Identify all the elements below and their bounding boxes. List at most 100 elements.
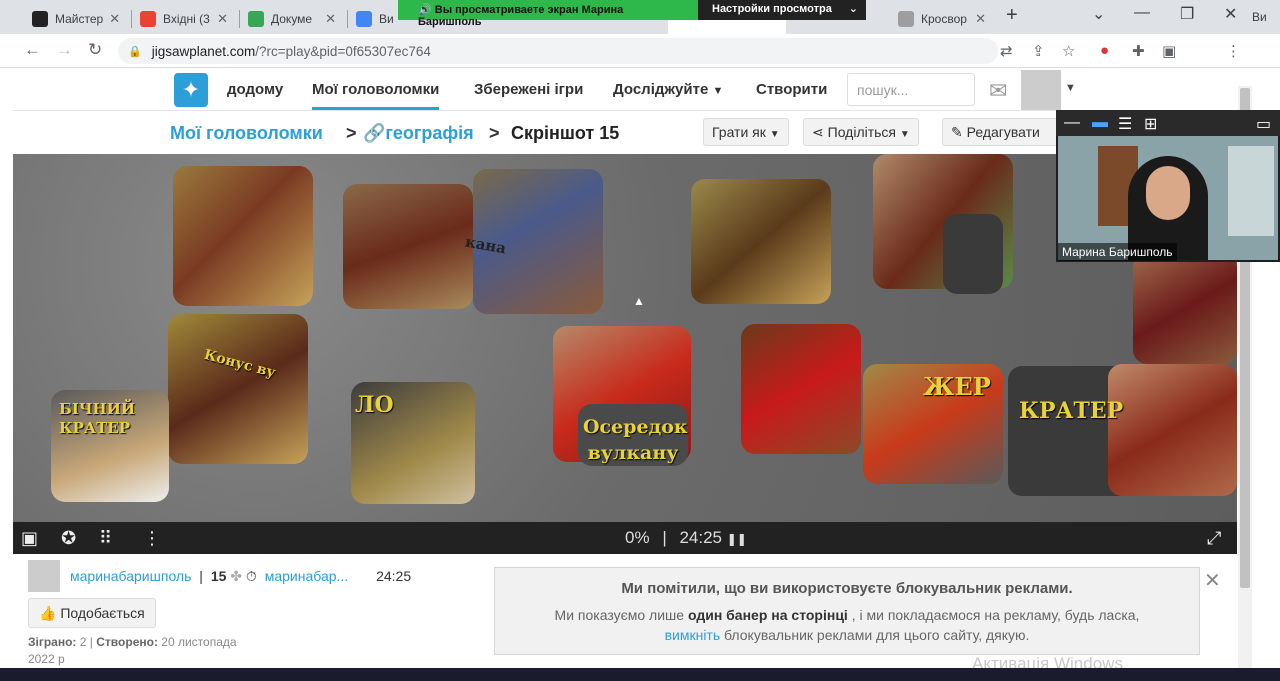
image-icon[interactable]: ▣ (21, 528, 38, 549)
close-icon[interactable]: ✕ (211, 11, 228, 27)
close-window-icon[interactable]: ✕ (1224, 4, 1237, 24)
chevron-down-icon[interactable]: ⌄ (1092, 4, 1105, 24)
puzzle-piece[interactable] (343, 184, 473, 309)
site-nav: ✦ додому Мої головоломки Збережені ігри … (13, 68, 1253, 111)
nav-saved-games[interactable]: Збережені ігри (474, 81, 583, 98)
piece-label: Осередок вулкану (583, 416, 688, 464)
layout-split-icon[interactable]: ☰ (1118, 114, 1132, 134)
breadcrumb-folder[interactable]: 🔗географія (363, 123, 474, 144)
minimize-icon[interactable]: — (1134, 4, 1150, 22)
mouse-cursor-icon: ▲ (633, 294, 645, 308)
gmail-icon (140, 11, 156, 27)
puzzle-meta: Зіграно: 2 | Створено: 20 листопада 2022… (28, 635, 237, 666)
side-panel-icon[interactable]: ▣ (1162, 42, 1176, 60)
share-icon: ⋖ (812, 124, 824, 140)
back-icon[interactable]: ← (24, 40, 41, 60)
extension-badge-icon[interactable]: ● (1100, 42, 1109, 59)
share-icon[interactable]: ⇪ (1032, 42, 1045, 60)
piece-label: ЛО (355, 392, 394, 418)
close-icon[interactable]: ✕ (969, 11, 986, 27)
tab-1[interactable]: Вхідні (3 ✕ (132, 4, 236, 34)
chevron-down-icon: ⌄ (848, 3, 858, 15)
extra-tab[interactable]: Ви (1252, 10, 1267, 24)
adblock-notice: Ми помітили, що ви використовуєте блокув… (494, 567, 1200, 655)
gallery-icon[interactable]: ⊞ (1144, 114, 1157, 134)
close-icon[interactable]: ✕ (319, 11, 336, 27)
expand-icon[interactable]: ▭ (1256, 114, 1271, 134)
star-icon[interactable]: ☆ (1062, 42, 1075, 60)
puzzle-piece[interactable] (168, 314, 308, 464)
best-time: 24:25 (376, 568, 412, 584)
lock-icon: 🔒 (128, 45, 142, 58)
jigsaw-logo-icon[interactable]: ✦ (174, 73, 208, 107)
view-settings-button[interactable]: Настройки просмотра ⌄ (698, 0, 866, 20)
url-field[interactable]: 🔒 jigsawplanet.com/?rc=play&pid=0f65307e… (118, 38, 998, 64)
breadcrumb-separator: > (489, 123, 500, 143)
puzzle-piece[interactable] (741, 324, 861, 454)
caret-down-icon: ▼ (712, 85, 724, 97)
forward-icon[interactable]: → (56, 40, 73, 60)
author-avatar[interactable] (28, 560, 60, 592)
breadcrumb-my-puzzles[interactable]: Мої головоломки (170, 123, 323, 144)
progress-readout: 0% | 24:25 ❚❚ (625, 528, 747, 547)
tab-4[interactable]: Кросвор ✕ (890, 4, 994, 34)
pieces-grid-icon[interactable]: ⠿ (99, 528, 112, 549)
nav-create[interactable]: Створити (756, 81, 827, 98)
thumbs-up-icon: 👍 (39, 605, 57, 621)
minimize-icon[interactable]: — (1064, 114, 1080, 132)
video-call-window[interactable]: — ▬ ☰ ⊞ ▭ Марина Баришполь (1056, 110, 1280, 262)
extensions-icon[interactable]: ✚ (1132, 42, 1145, 60)
menu-dots-icon[interactable]: ⋮ (1226, 42, 1241, 60)
docs-icon (356, 11, 372, 27)
share-button[interactable]: ⋖ Поділіться ▼ (803, 118, 919, 146)
disable-adblock-link[interactable]: вимкніть (665, 627, 721, 643)
puzzle-info: маринабаришполь | 15 ✤ ⏱ маринабар... 24… (13, 554, 1253, 668)
address-bar-row: ← → ↻ 🔒 jigsawplanet.com/?rc=play&pid=0f… (0, 34, 1280, 95)
participant-name: Марина Баришполь (1058, 243, 1177, 261)
puzzle-board[interactable]: БІЧНИЙ КРАТЕР Конус ву ЛО кана Осередок … (13, 154, 1237, 522)
more-dots-icon[interactable]: ⋮ (143, 528, 161, 549)
search-input[interactable]: пошук... (847, 73, 975, 106)
translate-icon[interactable]: ⇄ (1000, 42, 1013, 60)
nav-my-puzzles[interactable]: Мої головоломки (312, 81, 440, 110)
tab-2[interactable]: Докуме ✕ (240, 4, 344, 34)
new-tab-button[interactable]: + (1006, 4, 1018, 27)
puzzle-piece-icon: ✤ (230, 568, 243, 584)
edit-icon: ✎ (951, 124, 963, 140)
link-icon: 🔗 (363, 123, 386, 143)
author-info: маринабаришполь | 15 ✤ ⏱ маринабар... 24… (70, 568, 412, 584)
fullscreen-icon[interactable]: ⤢ (1207, 528, 1221, 549)
nav-home[interactable]: додому (227, 81, 283, 98)
best-player-link[interactable]: маринабар... (265, 568, 348, 584)
stopwatch-icon: ⏱ (245, 568, 257, 584)
author-link[interactable]: маринабаришполь (70, 568, 191, 584)
caret-down-icon[interactable]: ▼ (1065, 82, 1076, 94)
mail-icon[interactable]: ✉ (989, 78, 1007, 104)
caret-down-icon: ▼ (769, 129, 780, 140)
puzzle-piece[interactable] (943, 214, 1003, 294)
speaker-icon: 🔊 (418, 4, 435, 16)
nav-explore[interactable]: Досліджуйте ▼ (613, 81, 723, 98)
participant-video (1058, 136, 1278, 260)
tab-3[interactable]: Ви (348, 4, 400, 34)
puzzle-piece[interactable] (1108, 364, 1237, 496)
edit-button[interactable]: ✎ Редагувати (942, 118, 1062, 146)
ghost-icon[interactable]: ✪ (61, 528, 76, 549)
layout-icon[interactable]: ▬ (1092, 114, 1108, 132)
pause-icon[interactable]: ❚❚ (727, 532, 747, 546)
restore-icon[interactable]: ❐ (1180, 4, 1194, 24)
reload-icon[interactable]: ↻ (88, 40, 102, 60)
puzzle-piece[interactable] (173, 166, 313, 306)
puzzle-piece[interactable] (691, 179, 831, 304)
user-avatar[interactable] (1021, 70, 1061, 110)
play-as-button[interactable]: Грати як ▼ (703, 118, 789, 146)
windows-taskbar (0, 668, 1280, 681)
piece-label: БІЧНИЙ КРАТЕР (59, 400, 136, 437)
progress-percent: 0% (625, 528, 650, 547)
puzzle-toolbar: ▣ ✪ ⠿ ⋮ 0% | 24:25 ❚❚ ⤢ (13, 522, 1237, 554)
close-icon[interactable]: ✕ (103, 11, 120, 27)
puzzle-piece[interactable] (1133, 254, 1237, 364)
tab-0[interactable]: Майстер ✕ (24, 4, 128, 34)
like-button[interactable]: 👍 Подобається (28, 598, 156, 628)
close-icon[interactable]: ✕ (1204, 568, 1221, 593)
